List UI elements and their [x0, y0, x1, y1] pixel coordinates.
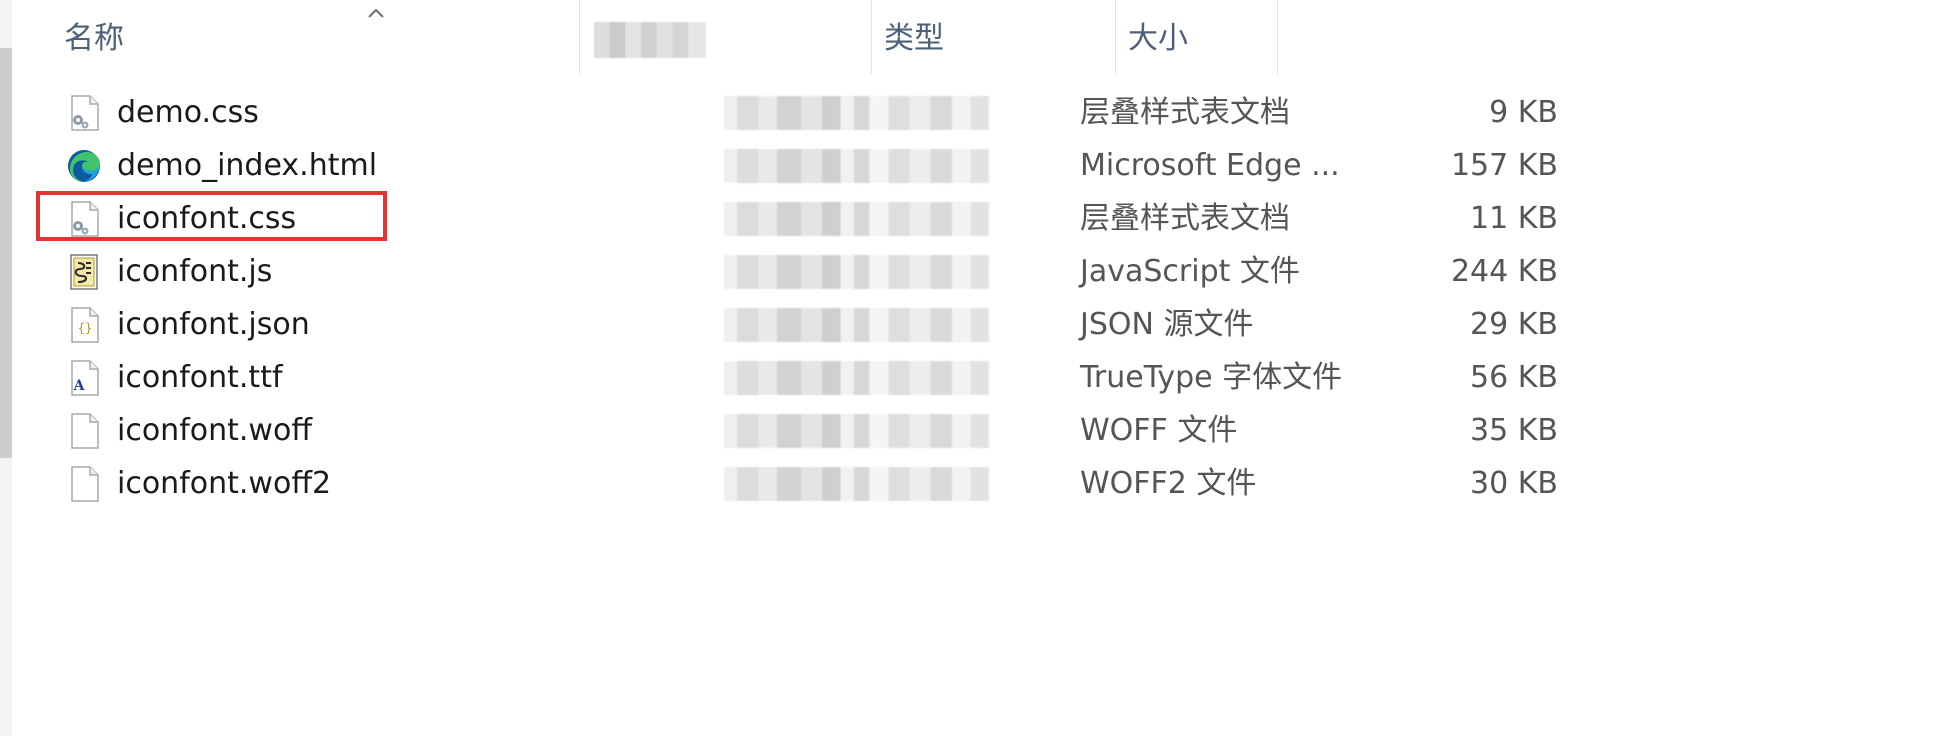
- scrollbar-thumb[interactable]: [0, 48, 12, 458]
- column-header-type[interactable]: 类型: [872, 0, 1116, 74]
- file-name: demo.css: [117, 95, 259, 130]
- column-header-date[interactable]: [580, 0, 872, 74]
- navigation-pane-scrollbar[interactable]: [0, 0, 12, 736]
- json-file-icon: {}: [71, 307, 99, 343]
- blurred-date-modified: [724, 414, 989, 448]
- font-file-icon: A: [71, 360, 99, 396]
- blurred-date-modified: [724, 361, 989, 395]
- blurred-date-modified: [724, 96, 989, 130]
- file-row[interactable]: A iconfont.ttf TrueType 字体文件 56 KB: [12, 351, 1562, 404]
- css-file-icon: [71, 95, 99, 131]
- file-name: iconfont.js: [117, 254, 273, 289]
- file-type: JSON 源文件: [1080, 307, 1254, 342]
- file-size: 9 KB: [1489, 95, 1558, 130]
- blurred-date-modified: [724, 467, 989, 501]
- blurred-date-modified: [724, 308, 989, 342]
- file-name: iconfont.json: [117, 307, 310, 342]
- svg-text:{}: {}: [78, 321, 92, 335]
- column-header-name-label: 名称: [64, 21, 124, 56]
- file-size: 157 KB: [1450, 148, 1558, 183]
- file-explorer-view: 名称 类型 大小 demo.css 层叠样式表文档 9 KB demo_inde…: [0, 0, 1933, 736]
- highlight-annotation-box: [36, 191, 387, 241]
- column-header-bar: 名称 类型 大小: [12, 0, 1562, 74]
- blurred-date-modified: [724, 202, 989, 236]
- file-row[interactable]: demo_index.html Microsoft Edge ... 157 K…: [12, 139, 1562, 192]
- file-name: demo_index.html: [117, 148, 378, 183]
- file-type: JavaScript 文件: [1080, 254, 1300, 289]
- edge-html-icon: [68, 150, 100, 182]
- file-row[interactable]: {} iconfont.json JSON 源文件 29 KB: [12, 298, 1562, 351]
- file-name: iconfont.woff: [117, 413, 312, 448]
- file-size: 35 KB: [1470, 413, 1558, 448]
- svg-text:A: A: [73, 378, 86, 394]
- blurred-date-header: [594, 22, 706, 58]
- file-size: 244 KB: [1450, 254, 1558, 289]
- file-size: 30 KB: [1470, 466, 1558, 501]
- blurred-date-modified: [724, 149, 989, 183]
- file-type: WOFF2 文件: [1080, 466, 1257, 501]
- file-type: 层叠样式表文档: [1080, 95, 1290, 130]
- file-name: iconfont.ttf: [117, 360, 283, 395]
- file-row[interactable]: demo.css 层叠样式表文档 9 KB: [12, 86, 1562, 139]
- column-header-size-label: 大小: [1128, 21, 1188, 56]
- blank-file-icon: [71, 413, 99, 449]
- file-size: 56 KB: [1470, 360, 1558, 395]
- js-file-icon: [70, 254, 98, 290]
- column-header-type-label: 类型: [884, 21, 944, 56]
- file-row[interactable]: iconfont.woff WOFF 文件 35 KB: [12, 404, 1562, 457]
- blurred-date-modified: [724, 255, 989, 289]
- file-row[interactable]: iconfont.woff2 WOFF2 文件 30 KB: [12, 457, 1562, 510]
- file-size: 11 KB: [1470, 201, 1558, 236]
- file-name: iconfont.woff2: [117, 466, 332, 501]
- file-type: 层叠样式表文档: [1080, 201, 1290, 236]
- sort-ascending-icon: [368, 8, 384, 18]
- file-type: WOFF 文件: [1080, 413, 1238, 448]
- file-size: 29 KB: [1470, 307, 1558, 342]
- blank-file-icon: [71, 466, 99, 502]
- column-header-name[interactable]: 名称: [12, 0, 580, 74]
- file-row[interactable]: iconfont.js JavaScript 文件 244 KB: [12, 245, 1562, 298]
- column-header-size[interactable]: 大小: [1116, 0, 1278, 74]
